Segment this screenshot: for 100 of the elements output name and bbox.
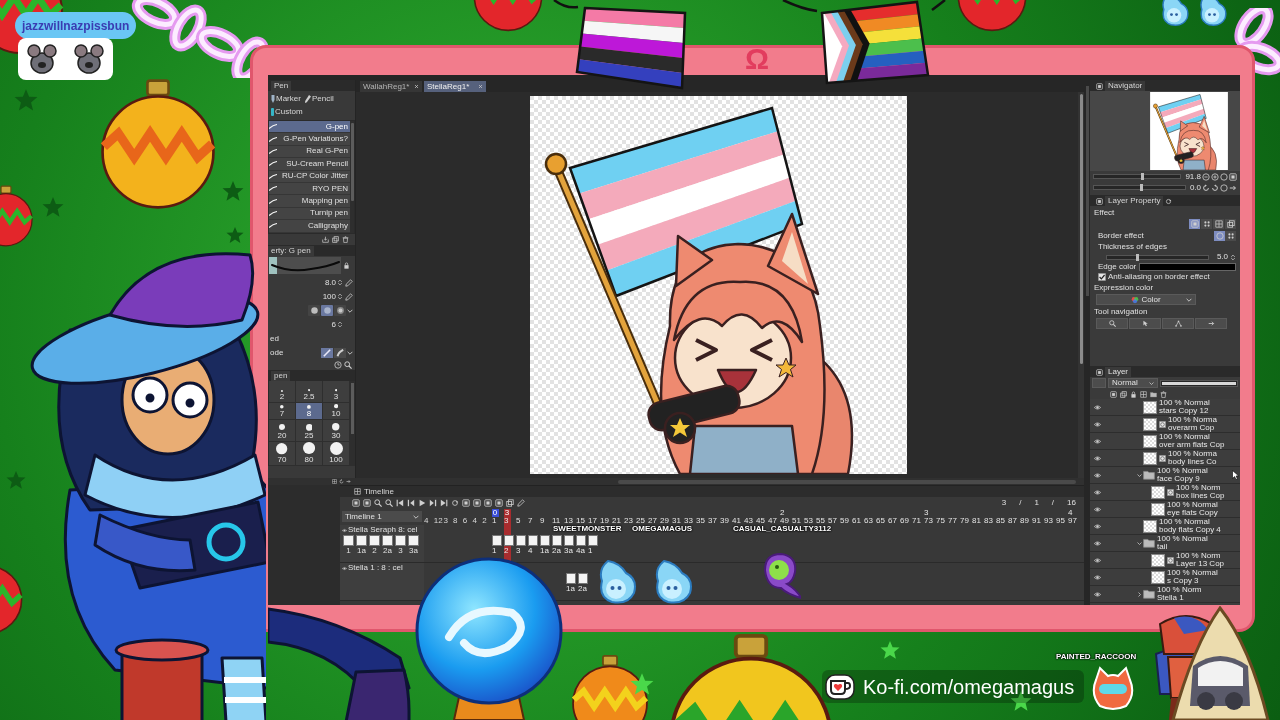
eye-icon[interactable] bbox=[1094, 454, 1101, 462]
trash-icon[interactable] bbox=[342, 235, 349, 243]
tool-group-tab[interactable]: Marker bbox=[271, 93, 301, 104]
rotate-right-icon[interactable] bbox=[1211, 183, 1219, 192]
square-icon[interactable] bbox=[495, 499, 503, 507]
dropdown[interactable]: Color bbox=[1096, 294, 1196, 305]
scrollbar[interactable] bbox=[1084, 80, 1090, 605]
chevron-down-icon[interactable] bbox=[347, 349, 353, 356]
chevron-down-icon[interactable] bbox=[413, 513, 419, 520]
tool-group-tab[interactable]: Pencil bbox=[304, 93, 334, 104]
mode-button[interactable] bbox=[321, 347, 333, 358]
chevron-down-icon[interactable] bbox=[1137, 472, 1142, 478]
blend-mode-dropdown[interactable]: Normal bbox=[1108, 378, 1158, 388]
border-option-button[interactable] bbox=[1225, 231, 1236, 241]
folder-icon[interactable] bbox=[1143, 537, 1155, 549]
canvas-tab[interactable]: StellaReg1* bbox=[424, 81, 486, 92]
square-icon[interactable] bbox=[1110, 390, 1117, 398]
chevron-right-icon[interactable] bbox=[1137, 591, 1142, 597]
square-icon[interactable] bbox=[363, 499, 371, 507]
eye-icon[interactable] bbox=[1094, 505, 1101, 513]
effect-button[interactable] bbox=[1201, 219, 1212, 229]
tool-button[interactable] bbox=[1162, 318, 1194, 329]
circle-icon[interactable] bbox=[1220, 183, 1228, 192]
slider-thumb[interactable] bbox=[1140, 173, 1144, 180]
panel-tab[interactable]: Pen bbox=[271, 81, 292, 91]
chevron-down-icon[interactable] bbox=[1137, 540, 1142, 546]
panel-tab[interactable]: Layer bbox=[1105, 367, 1131, 377]
brush-tip-button[interactable] bbox=[308, 305, 320, 316]
slider-track[interactable] bbox=[1093, 185, 1186, 190]
plus-circle-icon[interactable] bbox=[1211, 172, 1219, 181]
eye-icon[interactable] bbox=[1094, 556, 1101, 564]
brush-tip-button[interactable] bbox=[321, 305, 333, 316]
square-icon[interactable] bbox=[1096, 369, 1103, 376]
brush-size-item[interactable]: 70 bbox=[269, 441, 296, 466]
trash-icon[interactable] bbox=[1160, 390, 1167, 398]
checkbox[interactable] bbox=[1098, 273, 1106, 281]
lock-icon[interactable] bbox=[1130, 390, 1137, 398]
panel-tab[interactable]: pen bbox=[271, 370, 291, 381]
step-forward-icon[interactable] bbox=[429, 499, 437, 507]
spinner-icon[interactable] bbox=[1230, 253, 1236, 261]
scrollbar[interactable] bbox=[1078, 92, 1084, 478]
eye-icon[interactable] bbox=[1094, 539, 1101, 547]
brush-item[interactable]: G-pen bbox=[269, 121, 350, 134]
scrollbar[interactable] bbox=[618, 479, 1076, 484]
eye-icon[interactable] bbox=[1094, 403, 1101, 411]
tool-button[interactable] bbox=[1129, 318, 1161, 329]
brush-size-item[interactable]: 2.5 bbox=[296, 380, 323, 403]
folder-icon[interactable] bbox=[1150, 390, 1157, 398]
brush-size-item[interactable]: 30 bbox=[323, 419, 350, 442]
canvas-tab[interactable]: WallahReg1* bbox=[360, 81, 422, 92]
spinner-icon[interactable] bbox=[337, 293, 343, 300]
eye-icon[interactable] bbox=[1094, 471, 1101, 479]
close-icon[interactable] bbox=[478, 84, 483, 89]
play-icon[interactable] bbox=[418, 499, 426, 507]
skip-forward-icon[interactable] bbox=[440, 499, 448, 507]
tool-button[interactable] bbox=[1096, 318, 1128, 329]
arrow-icon[interactable] bbox=[346, 479, 351, 484]
slider-track[interactable] bbox=[1106, 254, 1209, 260]
loop-icon[interactable] bbox=[451, 499, 459, 507]
circle-icon[interactable] bbox=[1220, 172, 1228, 181]
square-icon[interactable] bbox=[484, 499, 492, 507]
pencil-icon[interactable] bbox=[517, 499, 525, 507]
search-icon[interactable] bbox=[374, 499, 382, 507]
spinner-icon[interactable] bbox=[337, 279, 343, 286]
layer-color-button[interactable] bbox=[1092, 378, 1106, 388]
clock-icon[interactable] bbox=[334, 360, 342, 369]
grid-icon[interactable] bbox=[354, 488, 361, 495]
square-icon[interactable] bbox=[1096, 198, 1103, 205]
square-icon[interactable] bbox=[1229, 172, 1237, 181]
brush-size-item[interactable]: 20 bbox=[269, 419, 296, 442]
folder-icon[interactable] bbox=[1143, 469, 1155, 481]
color-swatch[interactable] bbox=[1139, 263, 1236, 271]
slider-thumb[interactable] bbox=[1139, 184, 1143, 191]
copy-icon[interactable] bbox=[1120, 390, 1127, 398]
brush-size-item[interactable]: 80 bbox=[296, 441, 323, 466]
lock-icon[interactable] bbox=[343, 262, 350, 269]
square-icon[interactable] bbox=[473, 499, 481, 507]
arrow-icon[interactable] bbox=[1229, 183, 1237, 192]
step-back-icon[interactable] bbox=[407, 499, 415, 507]
grid-icon[interactable] bbox=[332, 479, 337, 484]
effect-button[interactable] bbox=[1225, 219, 1236, 229]
skip-back-icon[interactable] bbox=[396, 499, 404, 507]
effect-button[interactable] bbox=[1213, 219, 1224, 229]
timeline-dropdown[interactable]: Timeline 1 bbox=[342, 511, 422, 522]
eye-icon[interactable] bbox=[1094, 590, 1101, 598]
eye-icon[interactable] bbox=[342, 527, 347, 533]
eye-icon[interactable] bbox=[1094, 420, 1101, 428]
panel-tab[interactable]: erty: G pen bbox=[268, 245, 314, 256]
copy-icon[interactable] bbox=[506, 499, 514, 507]
tool-group-tab[interactable]: Custom bbox=[271, 106, 303, 117]
copy-icon[interactable] bbox=[332, 235, 339, 243]
slider-thumb[interactable] bbox=[1135, 253, 1139, 261]
search-icon[interactable] bbox=[344, 360, 352, 369]
close-icon[interactable] bbox=[414, 84, 419, 89]
square-icon[interactable] bbox=[462, 499, 470, 507]
slider-track[interactable] bbox=[1093, 174, 1182, 179]
brush-size-item[interactable]: 2 bbox=[269, 380, 296, 403]
chevron-down-icon[interactable] bbox=[347, 307, 353, 314]
square-icon[interactable] bbox=[1096, 83, 1103, 90]
loop-icon[interactable] bbox=[1165, 198, 1173, 205]
